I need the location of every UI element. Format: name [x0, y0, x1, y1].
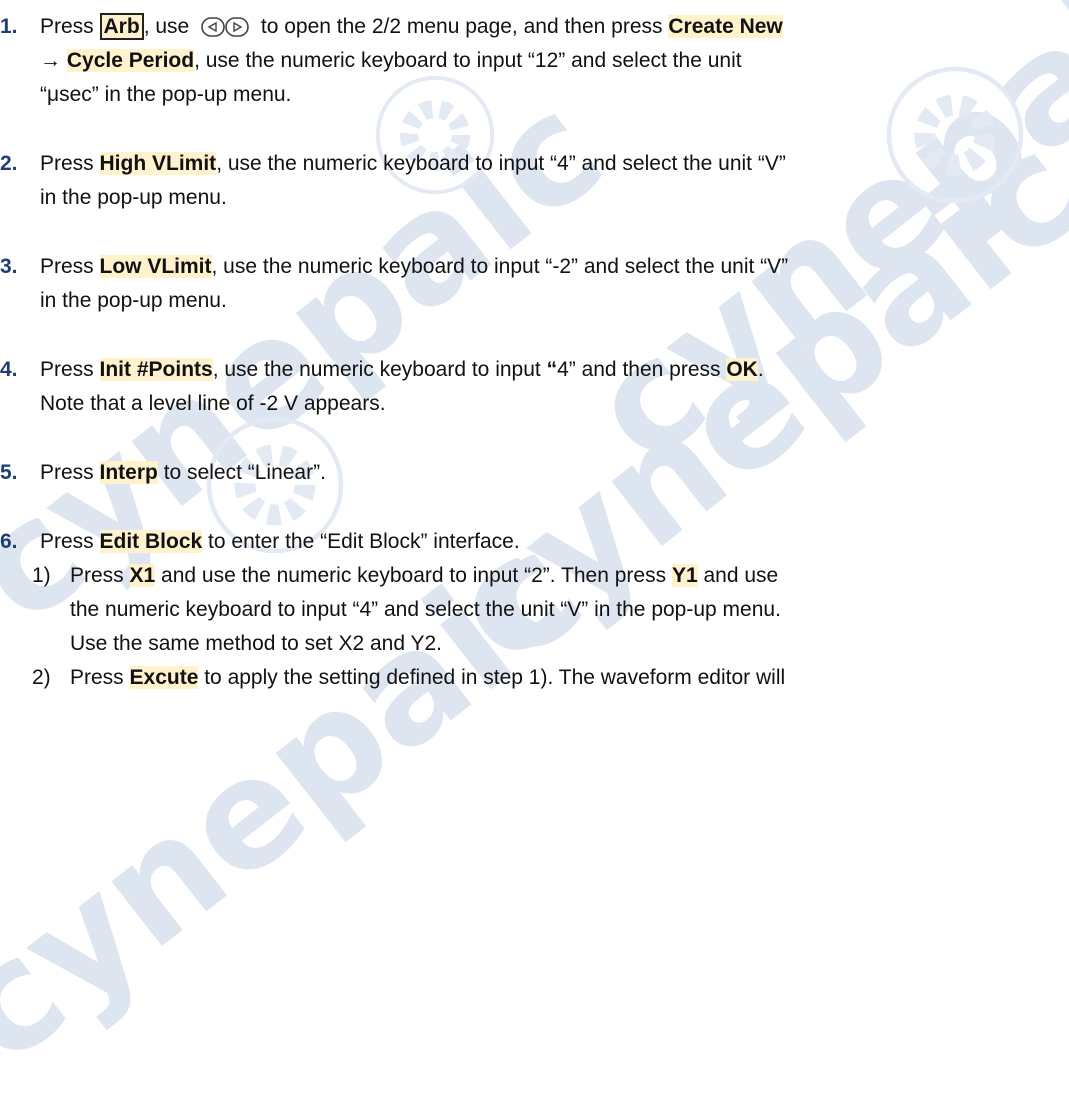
- step-text-line: Note that a level line of -2 V appears.: [40, 392, 386, 415]
- step-text: to apply the setting defined in step 1).…: [198, 666, 786, 689]
- step-text: “: [546, 358, 558, 381]
- step-text: 4” and then press: [557, 358, 727, 381]
- step-text: , use: [143, 15, 196, 38]
- step-text-line: the numeric keyboard to input “4” and se…: [70, 598, 781, 621]
- step-number: 5.: [0, 461, 18, 484]
- step-text: to select “Linear”.: [157, 461, 326, 484]
- step-number: 3.: [0, 255, 18, 278]
- step-text: →: [40, 49, 67, 72]
- step-text: .: [757, 358, 764, 381]
- edit-block-key: Edit Block: [99, 530, 203, 553]
- step-text: Press: [40, 152, 100, 175]
- step-text: Press: [40, 15, 100, 38]
- step-text-line: Press High VLimit, use the numeric keybo…: [40, 147, 1069, 181]
- step-text-line: Press Init #Points, use the numeric keyb…: [40, 353, 1069, 387]
- low-vlimit-key: Low VLimit: [99, 255, 212, 278]
- substep-1: 1) Press X1 and use the numeric keyboard…: [0, 559, 1069, 661]
- step-text: Press: [70, 666, 130, 689]
- step-text: Press: [70, 564, 130, 587]
- step-text: and use the numeric keyboard to input “2…: [155, 564, 672, 587]
- step-number: 4.: [0, 358, 18, 381]
- high-vlimit-key: High VLimit: [99, 152, 217, 175]
- step-text-line: in the pop-up menu.: [40, 186, 227, 209]
- step-text: to enter the “Edit Block” interface.: [202, 530, 520, 553]
- step-text: Press: [40, 530, 100, 553]
- ok-key: OK: [726, 358, 758, 381]
- step-1: 1. Press Arb, use to open the 2/2 menu p…: [0, 10, 1069, 112]
- step-text-line: → Cycle Period, use the numeric keyboard…: [40, 44, 1069, 78]
- step-text: Press: [40, 358, 100, 381]
- step-number: 2.: [0, 152, 18, 175]
- step-text: Press: [40, 461, 100, 484]
- step-text: and use: [697, 564, 779, 587]
- step-text: , use the numeric keyboard to input: [212, 358, 547, 381]
- step-6: 6. Press Edit Block to enter the “Edit B…: [0, 525, 1069, 559]
- x1-key: X1: [129, 564, 156, 587]
- step-text: to open the 2/2 menu page, and then pres…: [255, 15, 669, 38]
- step-5: 5. Press Interp to select “Linear”.: [0, 456, 1069, 490]
- step-text: , use the numeric keyboard to input “4” …: [216, 152, 786, 175]
- instruction-steps: 1. Press Arb, use to open the 2/2 menu p…: [0, 10, 1069, 695]
- substep-number: 2): [32, 666, 51, 689]
- step-2: 2. Press High VLimit, use the numeric ke…: [0, 147, 1069, 215]
- init-points-key: Init #Points: [99, 358, 213, 381]
- excute-key: Excute: [129, 666, 199, 689]
- step-number: 1.: [0, 15, 18, 38]
- direction-keys-icon: [201, 17, 249, 38]
- step-number: 6.: [0, 530, 18, 553]
- create-new-key: Create New: [668, 15, 783, 38]
- substep-number: 1): [32, 564, 51, 587]
- step-text-line: Press Low VLimit, use the numeric keyboa…: [40, 250, 1069, 284]
- step-text-line: Press Edit Block to enter the “Edit Bloc…: [40, 525, 1069, 559]
- substep-2: 2) Press Excute to apply the setting def…: [0, 661, 1069, 695]
- step-3: 3. Press Low VLimit, use the numeric key…: [0, 250, 1069, 318]
- step-text: , use the numeric keyboard to input “12”…: [194, 49, 742, 72]
- step-text-line: Press X1 and use the numeric keyboard to…: [70, 559, 1069, 593]
- step-text: Press: [40, 255, 100, 278]
- step-text-line: “μsec” in the pop-up menu.: [40, 83, 292, 106]
- step-text-line: Press Excute to apply the setting define…: [70, 661, 1069, 695]
- arb-key: Arb: [99, 13, 144, 40]
- cycle-period-key: Cycle Period: [66, 49, 195, 72]
- step-text-line: Press Interp to select “Linear”.: [40, 456, 1069, 490]
- step-text-line: Press Arb, use to open the 2/2 menu page…: [40, 10, 1069, 44]
- y1-key: Y1: [671, 564, 698, 587]
- step-text-line: in the pop-up menu.: [40, 289, 227, 312]
- interp-key: Interp: [99, 461, 158, 484]
- step-4: 4. Press Init #Points, use the numeric k…: [0, 353, 1069, 421]
- step-text: , use the numeric keyboard to input “-2”…: [211, 255, 789, 278]
- step-text-line: Use the same method to set X2 and Y2.: [70, 632, 443, 655]
